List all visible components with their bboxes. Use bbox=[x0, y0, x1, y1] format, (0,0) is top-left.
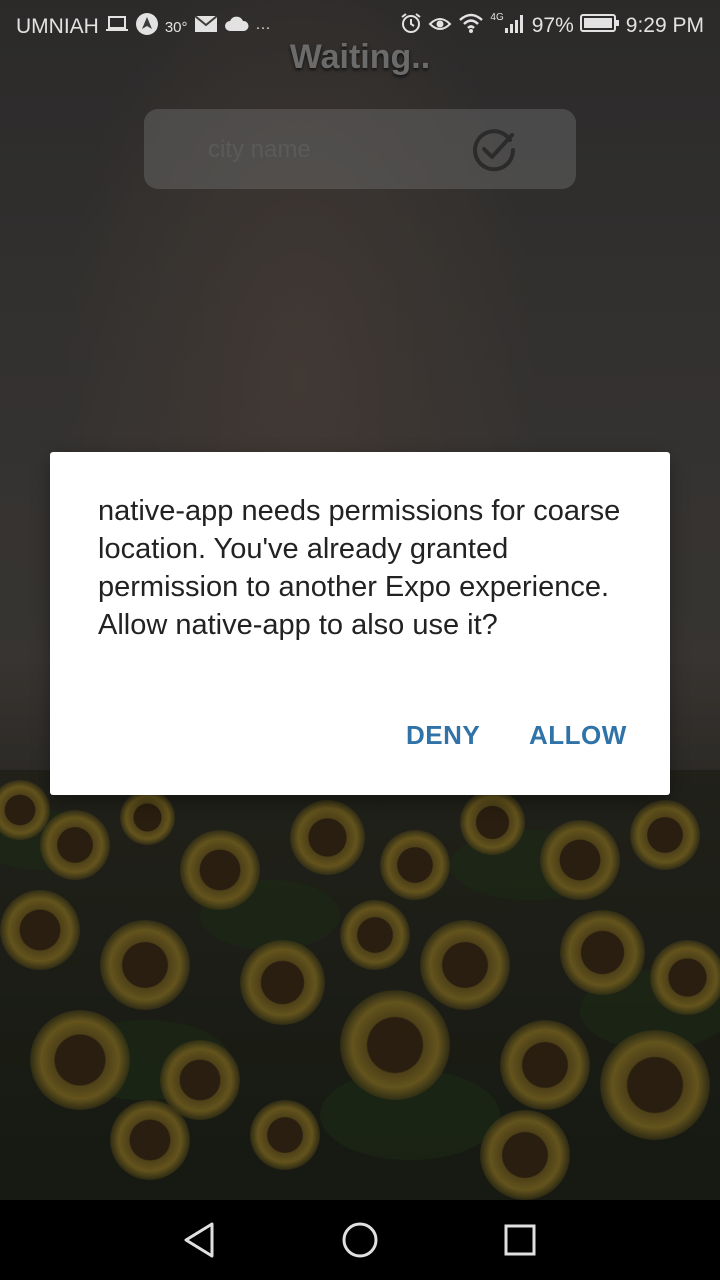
navigation-bar bbox=[0, 1200, 720, 1280]
screen: UMNIAH 30° ··· 4G 97% 9:29 PM Waiting.. … bbox=[0, 0, 720, 1280]
allow-button[interactable]: ALLOW bbox=[529, 720, 627, 751]
battery-percent: 97% bbox=[531, 14, 574, 37]
wifi-icon bbox=[458, 12, 484, 40]
city-search-box bbox=[144, 109, 576, 189]
recents-icon[interactable] bbox=[498, 1218, 542, 1262]
back-icon[interactable] bbox=[178, 1218, 222, 1262]
clock: 9:29 PM bbox=[625, 14, 704, 37]
mail-icon bbox=[193, 15, 218, 39]
temperature: 30° bbox=[164, 18, 188, 36]
check-circle-icon[interactable] bbox=[470, 126, 518, 174]
permission-dialog: native-app needs permissions for coarse … bbox=[50, 452, 670, 795]
signal-icon bbox=[504, 12, 526, 40]
carrier-name: UMNIAH bbox=[16, 15, 99, 38]
status-bar-right: 4G 97% 9:29 PM bbox=[400, 12, 704, 40]
status-bar-left: UMNIAH 30° ··· bbox=[16, 12, 271, 42]
city-name-input[interactable] bbox=[206, 131, 460, 169]
laptop-icon bbox=[105, 14, 129, 40]
battery-icon bbox=[579, 13, 620, 39]
dialog-message: native-app needs permissions for coarse … bbox=[98, 495, 621, 641]
cloud-icon bbox=[224, 15, 250, 39]
navigation-icon bbox=[135, 12, 159, 42]
alarm-icon bbox=[400, 12, 422, 40]
home-icon[interactable] bbox=[338, 1218, 382, 1262]
deny-button[interactable]: DENY bbox=[406, 720, 480, 751]
network-type: 4G bbox=[490, 12, 504, 23]
eye-icon bbox=[428, 12, 452, 40]
more-notifications-indicator: ··· bbox=[255, 18, 271, 36]
status-bar: UMNIAH 30° ··· 4G 97% 9:29 PM bbox=[0, 0, 720, 48]
